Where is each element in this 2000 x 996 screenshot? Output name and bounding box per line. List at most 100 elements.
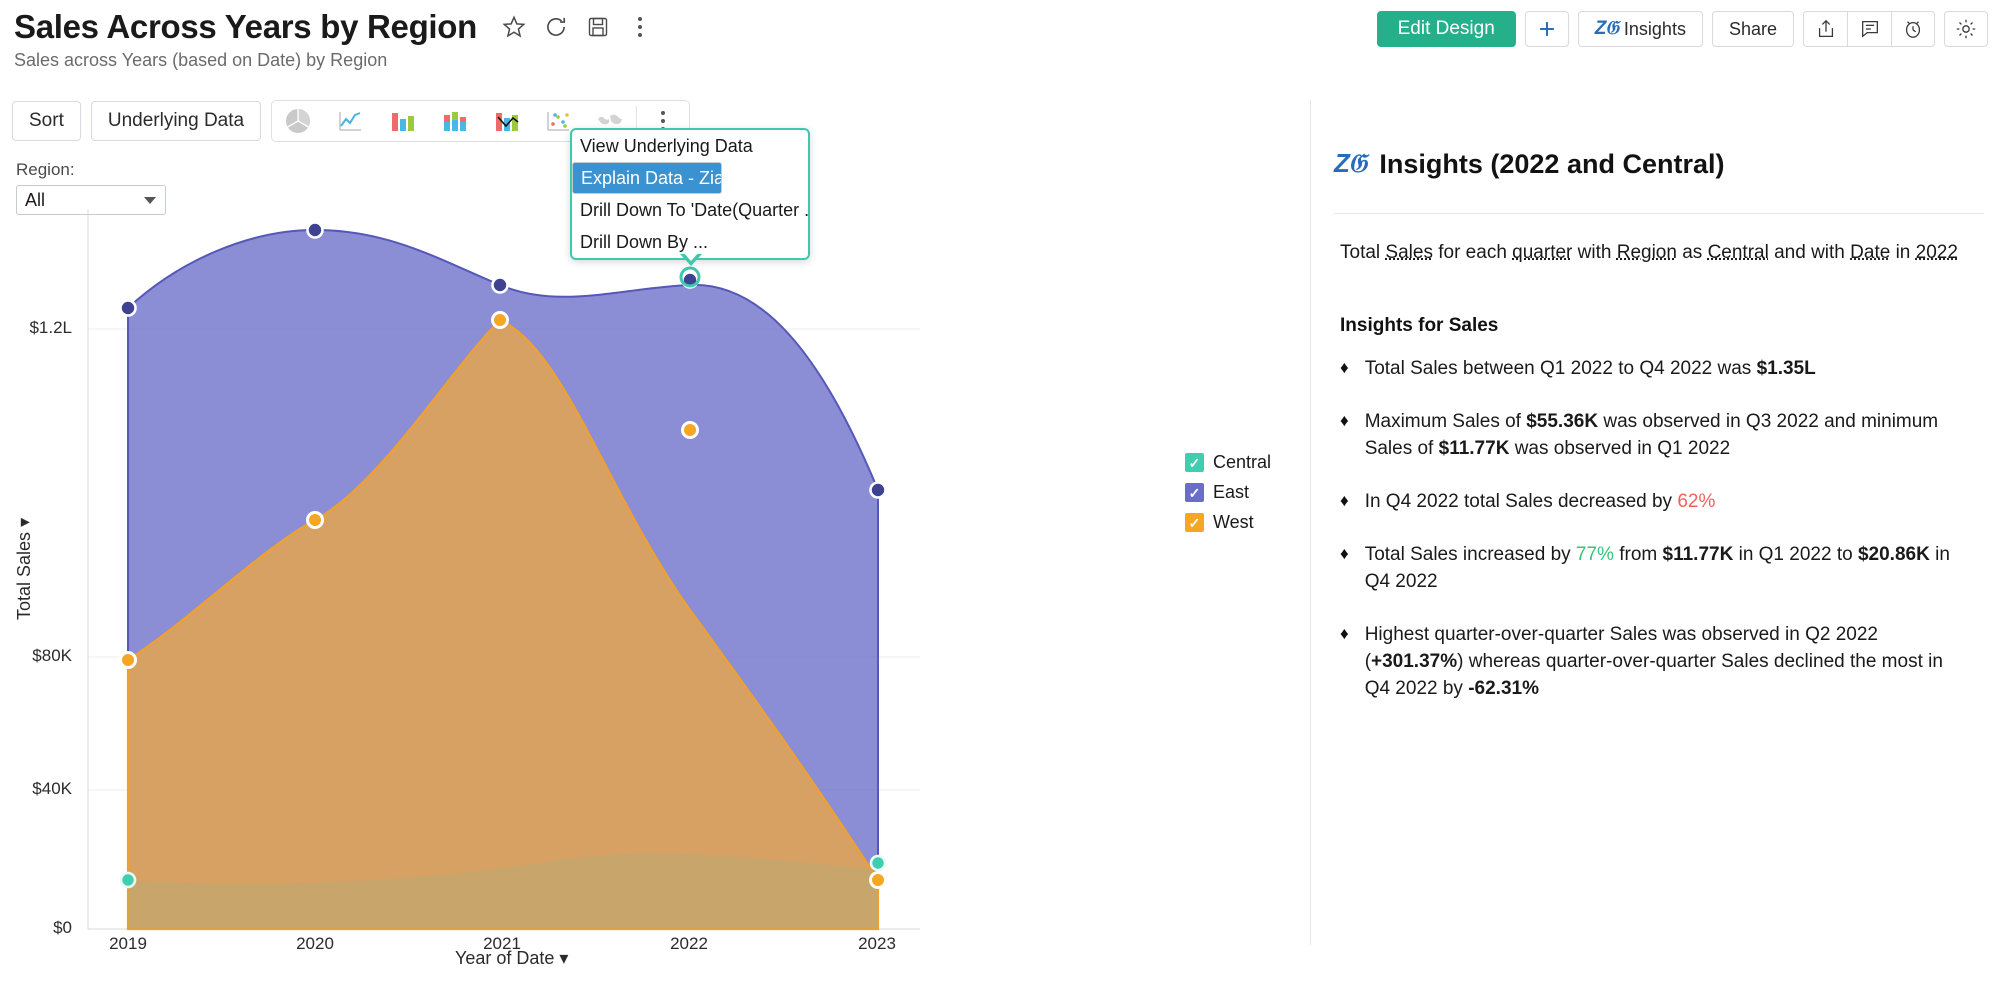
legend-item-west[interactable]: ✓ West xyxy=(1185,512,1271,533)
insight-bullet-text: In Q4 2022 total Sales decreased by 62% xyxy=(1365,489,1960,516)
legend-checkbox-central[interactable]: ✓ xyxy=(1185,453,1204,472)
insight-fragment: In Q4 2022 total Sales decreased by xyxy=(1365,491,1678,512)
insight-fragment: 77% xyxy=(1576,544,1614,565)
share-button[interactable]: Share xyxy=(1712,11,1794,47)
insight-text: for each xyxy=(1433,242,1512,263)
insight-text: with xyxy=(1572,242,1616,263)
insight-bullet-text: Maximum Sales of $55.36K was observed in… xyxy=(1365,409,1960,463)
insight-fragment: -62.31% xyxy=(1468,678,1539,699)
x-tick-2022: 2022 xyxy=(629,934,749,954)
area-chart-plot[interactable] xyxy=(60,190,1060,950)
refresh-icon[interactable] xyxy=(543,14,569,40)
data-point-west-2022 xyxy=(683,423,698,438)
insight-fragment: $1.35L xyxy=(1757,358,1816,379)
x-tick-2023: 2023 xyxy=(817,934,937,954)
edit-design-button[interactable]: Edit Design xyxy=(1377,11,1516,47)
x-tick-2020: 2020 xyxy=(255,934,375,954)
legend-label-west: West xyxy=(1213,512,1254,533)
insight-fragment: Highest quarter-over-quarter Sales was o… xyxy=(1365,624,1878,645)
zia-logo-icon: Z𝔊 xyxy=(1595,18,1618,40)
insight-term[interactable]: 2022 xyxy=(1916,242,1958,263)
zia-logo-icon: Z𝔊 xyxy=(1334,148,1365,180)
header-icon-group xyxy=(1803,11,1935,47)
data-point-west-2021 xyxy=(493,313,508,328)
sort-button[interactable]: Sort xyxy=(12,101,81,141)
page-header: Sales Across Years by Region xyxy=(0,0,2000,86)
header-actions: Edit Design Z𝔊 Insights Share xyxy=(1377,11,1988,47)
data-point-east-2019 xyxy=(121,301,136,316)
legend-checkbox-west[interactable]: ✓ xyxy=(1185,513,1204,532)
comment-icon[interactable] xyxy=(1847,11,1891,47)
x-axis-title[interactable]: Year of Date ▾ xyxy=(455,948,568,969)
menu-item-explain-data[interactable]: Explain Data - Zia Insights xyxy=(572,162,722,194)
insights-button-label: Insights xyxy=(1624,19,1686,40)
y-axis-title[interactable]: Total Sales ▾ xyxy=(14,518,35,620)
gear-icon[interactable] xyxy=(1944,11,1988,47)
insight-fragment: $11.77K xyxy=(1663,544,1734,565)
insight-fragment: $11.77K xyxy=(1439,438,1510,459)
insight-fragment: +301.37% xyxy=(1371,651,1457,672)
insight-fragment: $55.36K xyxy=(1526,411,1598,432)
insights-panel-rule xyxy=(1334,213,1984,214)
data-point-west-2020 xyxy=(308,513,323,528)
bar-chart-icon[interactable] xyxy=(376,101,428,141)
data-point-east-2023 xyxy=(871,483,886,498)
legend-checkbox-east[interactable]: ✓ xyxy=(1185,483,1204,502)
page-title: Sales Across Years by Region xyxy=(14,8,477,46)
chart-context-menu[interactable]: View Underlying Data Explain Data - Zia … xyxy=(570,128,810,260)
insights-description: Total Sales for each quarter with Region… xyxy=(1340,240,1960,267)
insight-text: as xyxy=(1677,242,1708,263)
report-page: Sales Across Years by Region xyxy=(0,0,2000,996)
data-point-west-2019 xyxy=(121,653,136,668)
underlying-data-button[interactable]: Underlying Data xyxy=(91,101,261,141)
insight-fragment: was observed in Q1 2022 xyxy=(1509,438,1730,459)
insight-fragment: from xyxy=(1614,544,1663,565)
insight-text: Total xyxy=(1340,242,1385,263)
insight-bullet-item: ♦ Highest quarter-over-quarter Sales was … xyxy=(1340,622,1960,703)
favorite-star-icon[interactable] xyxy=(501,14,527,40)
more-options-icon[interactable] xyxy=(627,14,653,40)
bullet-icon: ♦ xyxy=(1340,622,1349,703)
insight-term[interactable]: Date xyxy=(1850,242,1890,263)
insight-term[interactable]: quarter xyxy=(1512,242,1572,263)
insight-text: in xyxy=(1890,242,1915,263)
region-filter-label: Region: xyxy=(16,160,166,180)
alarm-icon[interactable] xyxy=(1891,11,1935,47)
legend-item-east[interactable]: ✓ East xyxy=(1185,482,1271,503)
legend-item-central[interactable]: ✓ Central xyxy=(1185,452,1271,473)
insights-section-title: Insights for Sales xyxy=(1340,315,1498,337)
insight-term[interactable]: Sales xyxy=(1385,242,1433,263)
save-icon[interactable] xyxy=(585,14,611,40)
insight-term[interactable]: Central xyxy=(1708,242,1769,263)
insight-bullet-item: ♦Total Sales increased by 77% from $11.7… xyxy=(1340,542,1960,596)
export-icon[interactable] xyxy=(1803,11,1847,47)
chart-legend: ✓ Central ✓ East ✓ West xyxy=(1185,452,1271,542)
chart-canvas[interactable]: Total Sales ▾ $1.2L $80K $40K $0 xyxy=(0,190,1300,996)
insights-panel-title: Insights (2022 and Central) xyxy=(1379,149,1724,180)
insights-button[interactable]: Z𝔊 Insights xyxy=(1578,11,1703,47)
insight-bullet-item: ♦Total Sales between Q1 2022 to Q4 2022 … xyxy=(1340,356,1960,383)
x-tick-2019: 2019 xyxy=(68,934,188,954)
context-menu-pointer-inner xyxy=(683,252,699,261)
bullet-icon: ♦ xyxy=(1340,489,1349,516)
bullet-icon: ♦ xyxy=(1340,542,1349,596)
line-chart-icon[interactable] xyxy=(324,101,376,141)
menu-item-drill-down-to[interactable]: Drill Down To 'Date(Quarter ... xyxy=(572,194,808,226)
legend-label-east: East xyxy=(1213,482,1249,503)
insight-term[interactable]: Region xyxy=(1617,242,1677,263)
insight-fragment: in Q1 2022 to xyxy=(1733,544,1858,565)
stacked-bar-chart-icon[interactable] xyxy=(428,101,480,141)
add-button[interactable] xyxy=(1525,11,1569,47)
insight-fragment: $20.86K xyxy=(1858,544,1930,565)
insight-text: and with xyxy=(1769,242,1850,263)
insight-bullet-text: Highest quarter-over-quarter Sales was o… xyxy=(1365,622,1960,703)
pie-chart-icon[interactable] xyxy=(272,101,324,141)
page-subtitle: Sales across Years (based on Date) by Re… xyxy=(14,50,387,71)
data-point-central-2023 xyxy=(871,856,885,870)
legend-label-central: Central xyxy=(1213,452,1271,473)
panel-divider xyxy=(1310,100,1311,945)
insight-fragment: Total Sales between Q1 2022 to Q4 2022 w… xyxy=(1365,358,1757,379)
combo-chart-icon[interactable] xyxy=(480,101,532,141)
insight-bullet-item: ♦ In Q4 2022 total Sales decreased by 62% xyxy=(1340,489,1960,516)
menu-item-view-underlying-data[interactable]: View Underlying Data xyxy=(572,130,808,162)
